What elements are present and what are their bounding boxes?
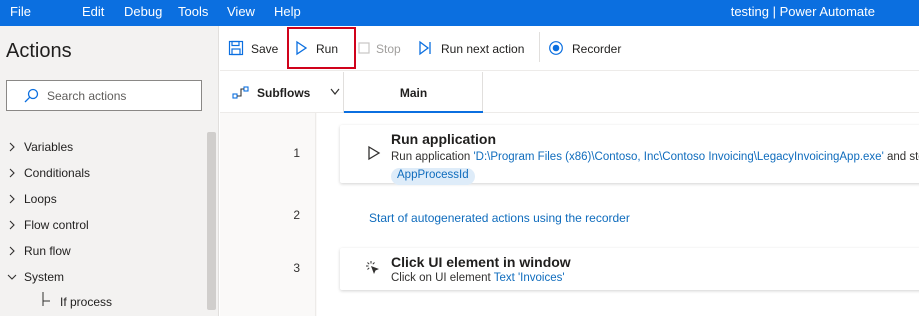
stop-button[interactable]: Stop — [356, 40, 406, 58]
desc-target: Text 'Invoices' — [493, 272, 565, 284]
tab-main-label: Main — [399, 86, 428, 100]
subflows-label: Subflows — [257, 86, 311, 100]
tree-item-label: Run flow — [24, 244, 71, 258]
tree-item-label: Conditionals — [24, 166, 91, 180]
chevron-right-icon — [9, 142, 15, 152]
step-description: Run application 'D:\Program Files (x86)\… — [391, 151, 919, 163]
recorder-label: Recorder — [572, 42, 622, 56]
tree-item-loops[interactable]: Loops — [0, 189, 205, 211]
chevron-down-icon — [7, 274, 17, 280]
flow-workspace: 1 2 3 Run application Run application 'D… — [220, 113, 919, 316]
desc-prefix: Click on UI element — [391, 272, 494, 284]
recorder-button[interactable]: Recorder — [548, 40, 628, 58]
line-number-gutter: 1 2 3 — [220, 113, 316, 316]
save-label: Save — [251, 42, 279, 56]
chevron-right-icon — [9, 220, 15, 230]
search-icon — [24, 88, 39, 103]
chevron-down-icon — [330, 88, 340, 95]
run-button-highlight — [287, 27, 356, 69]
chevron-right-icon — [9, 246, 15, 256]
tab-main[interactable]: Main — [344, 72, 483, 113]
tab-bar: Subflows Main — [220, 72, 919, 113]
step-description: Click on UI element Text 'Invoices' — [391, 272, 565, 284]
run-next-action-button[interactable]: Run next action — [417, 40, 527, 58]
menu-file[interactable]: File — [10, 4, 31, 19]
tree-item-flow-control[interactable]: Flow control — [0, 215, 205, 237]
step-title: Run application — [391, 131, 496, 147]
tree-item-system[interactable]: System — [0, 267, 205, 289]
chevron-right-icon — [9, 168, 15, 178]
search-actions-input[interactable] — [47, 87, 197, 105]
step-comment[interactable]: Start of autogenerated actions using the… — [369, 211, 630, 225]
save-button[interactable]: Save — [228, 40, 288, 58]
actions-scrollbar[interactable] — [207, 132, 216, 310]
actions-title: Actions — [6, 40, 72, 62]
menu-tools[interactable]: Tools — [178, 4, 208, 19]
search-actions-box[interactable] — [6, 80, 202, 111]
stop-icon — [358, 42, 370, 54]
step-run-application[interactable]: Run application Run application 'D:\Prog… — [340, 125, 919, 185]
window-title: testing | Power Automate — [730, 4, 875, 19]
play-icon — [368, 145, 381, 161]
tree-item-label: Flow control — [24, 218, 89, 232]
chevron-right-icon — [9, 194, 15, 204]
menu-bar: File Edit Debug Tools View Help testing … — [0, 0, 919, 26]
tree-item-label: System — [24, 270, 65, 284]
stop-label: Stop — [376, 42, 401, 56]
tree-item-label: If process — [60, 295, 113, 309]
menu-view[interactable]: View — [227, 4, 255, 19]
tree-item-label: Variables — [24, 140, 74, 154]
actions-pane: Actions Variables Conditionals Loops Flo… — [0, 26, 219, 316]
run-next-label: Run next action — [441, 42, 525, 56]
variable-chip[interactable]: AppProcessId — [391, 168, 475, 185]
menu-debug[interactable]: Debug — [124, 4, 162, 19]
step-title: Click UI element in window — [391, 254, 571, 270]
menu-help[interactable]: Help — [274, 4, 301, 19]
step-icon — [419, 40, 431, 56]
flow-steps: Run application Run application 'D:\Prog… — [317, 113, 919, 316]
line-number: 3 — [293, 261, 300, 275]
save-icon — [228, 40, 244, 56]
tree-branch-icon — [42, 292, 50, 306]
tree-item-run-flow[interactable]: Run flow — [0, 241, 205, 263]
tree-item-variables[interactable]: Variables — [0, 137, 205, 159]
desc-path: 'D:\Program Files (x86)\Contoso, Inc\Con… — [473, 151, 884, 163]
tree-item-if-process[interactable]: If process — [0, 292, 205, 314]
step-click-ui-element[interactable]: Click UI element in window Click on UI e… — [340, 248, 919, 290]
desc-suffix: and store — [886, 151, 919, 163]
desc-prefix: Run application — [391, 151, 474, 163]
subflows-icon — [232, 86, 249, 99]
menu-edit[interactable]: Edit — [82, 4, 104, 19]
line-number: 2 — [293, 208, 300, 222]
tree-item-conditionals[interactable]: Conditionals — [0, 163, 205, 185]
click-icon — [366, 261, 379, 274]
tree-item-label: Loops — [24, 192, 57, 206]
toolbar-divider — [539, 32, 540, 62]
record-icon — [549, 41, 563, 55]
line-number: 1 — [293, 146, 300, 160]
